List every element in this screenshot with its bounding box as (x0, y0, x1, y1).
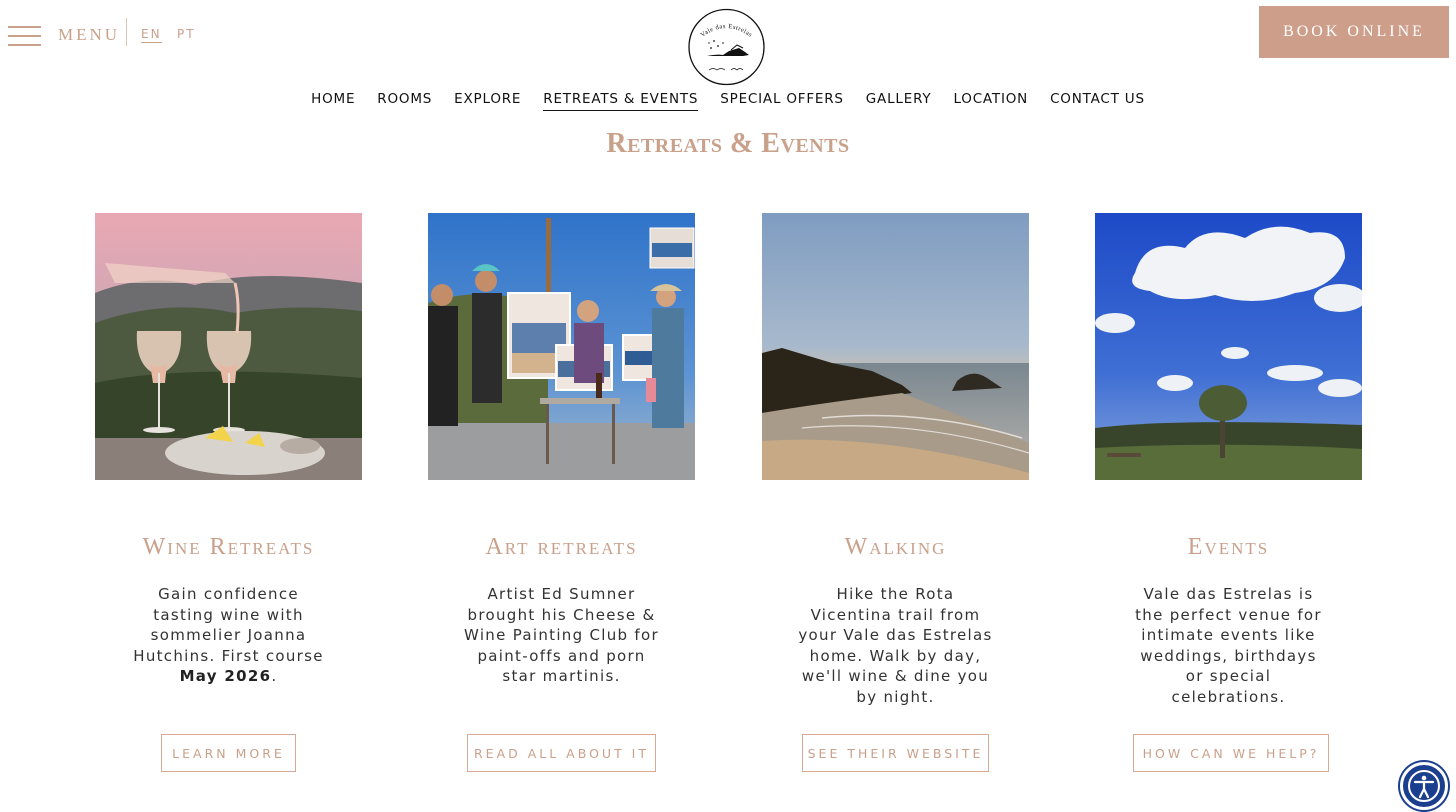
see-their-website-button[interactable]: SEE THEIR WEBSITE (802, 734, 989, 772)
how-can-we-help-button[interactable]: HOW CAN WE HELP? (1133, 734, 1329, 772)
card-description: Artist Ed Sumner brought his Cheese & Wi… (464, 585, 659, 685)
learn-more-button[interactable]: LEARN MORE (161, 734, 296, 772)
nav-gallery-label: GALLERY (865, 91, 932, 107)
art-retreats-photo[interactable] (428, 213, 695, 480)
card-description: Gain confidence tasting wine with sommel… (129, 584, 329, 687)
card-description-text: Gain confidence tasting wine with sommel… (133, 585, 324, 665)
nav-home[interactable]: HOME (300, 89, 366, 109)
card-description-end: . (271, 667, 278, 685)
nav-retreats-events[interactable]: RETREATS & EVENTS (532, 89, 709, 111)
wine-retreats-photo[interactable] (95, 213, 362, 480)
language-en-link[interactable]: EN (141, 27, 162, 43)
nav-contact-us-label: CONTACT US (1050, 91, 1145, 107)
card-wine-retreats: Wine Retreats Gain confidence tasting wi… (95, 213, 362, 772)
site-logo[interactable]: Vale das Estrelas (687, 8, 766, 86)
walking-photo[interactable] (762, 213, 1029, 480)
card-description: Vale das Estrelas is the perfect venue f… (1135, 585, 1322, 706)
nav-special-offers[interactable]: SPECIAL OFFERS (709, 89, 855, 109)
header-divider (126, 18, 127, 46)
book-online-button[interactable]: BOOK ONLINE (1259, 6, 1449, 58)
main-nav: HOME ROOMS EXPLORE RETREATS & EVENTS SPE… (0, 89, 1456, 111)
card-walking: Walking Hike the Rota Vicentina trail fr… (762, 213, 1029, 772)
nav-location-label: LOCATION (953, 91, 1029, 107)
card-title: Wine Retreats (142, 534, 315, 560)
card-description-highlight: May 2026 (179, 667, 272, 685)
card-title: Events (1187, 534, 1270, 560)
nav-location[interactable]: LOCATION (942, 89, 1039, 109)
nav-rooms[interactable]: ROOMS (366, 89, 443, 109)
card-title: Art retreats (485, 534, 638, 560)
language-pt-link[interactable]: PT (177, 27, 196, 41)
page-title: Retreats & Events (606, 128, 850, 159)
nav-retreats-events-label: RETREATS & EVENTS (543, 91, 699, 111)
menu-label[interactable]: MENU (58, 25, 120, 45)
events-photo[interactable] (1095, 213, 1362, 480)
nav-explore[interactable]: EXPLORE (443, 89, 532, 109)
nav-gallery[interactable]: GALLERY (855, 89, 943, 109)
card-events: Events Vale das Estrelas is the perfect … (1095, 213, 1362, 772)
card-art-retreats: Art retreats Artist Ed Sumner brought hi… (428, 213, 695, 772)
card-description: Hike the Rota Vicentina trail from your … (798, 585, 993, 706)
accessibility-icon[interactable] (1400, 762, 1448, 810)
read-all-about-it-button[interactable]: READ ALL ABOUT IT (467, 734, 656, 772)
hamburger-icon[interactable] (8, 24, 42, 48)
nav-rooms-label: ROOMS (377, 91, 433, 107)
nav-explore-label: EXPLORE (454, 91, 522, 107)
nav-home-label: HOME (311, 91, 356, 107)
nav-contact-us[interactable]: CONTACT US (1039, 89, 1156, 109)
nav-special-offers-label: SPECIAL OFFERS (720, 91, 844, 107)
card-title: Walking (844, 534, 947, 560)
